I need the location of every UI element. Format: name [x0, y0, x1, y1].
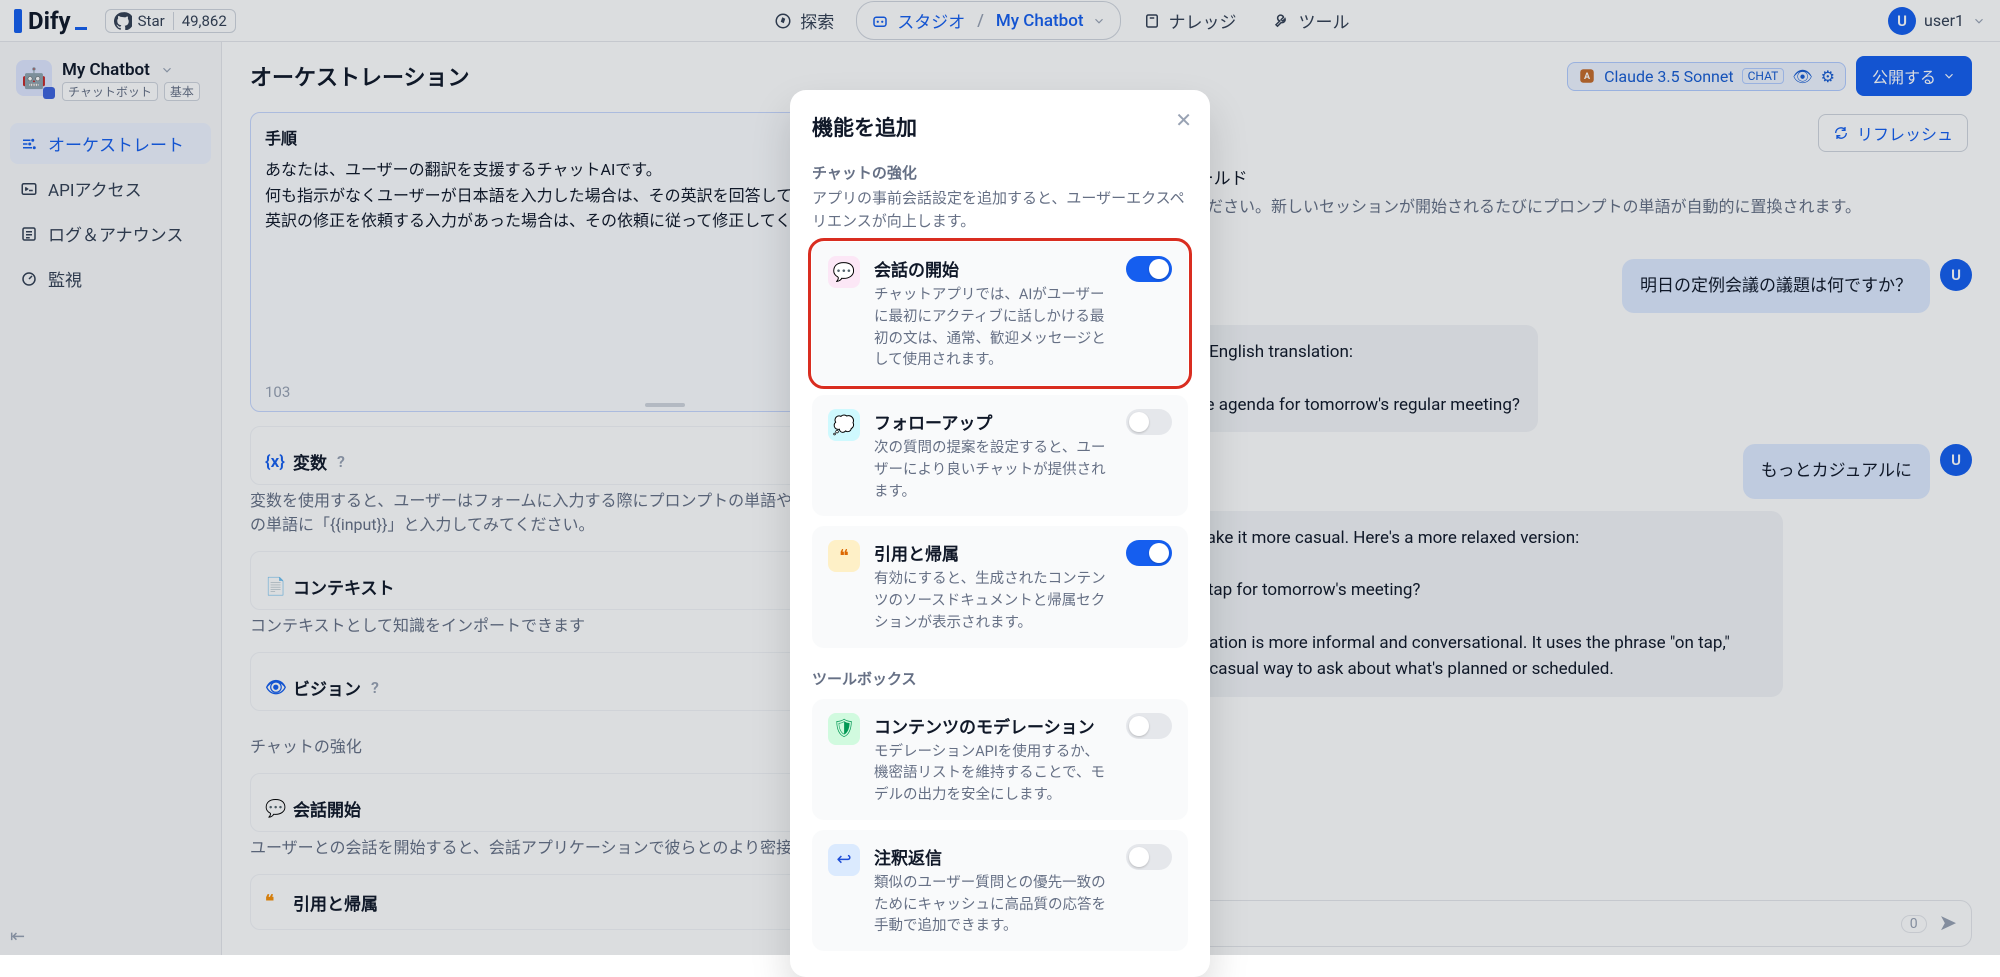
- add-features-modal: 機能を追加 ✕ チャットの強化 アプリの事前会話設定を追加すると、ユーザーエクス…: [790, 90, 1210, 977]
- feature-conversation-opener[interactable]: 💬 会話の開始 チャットアプリでは、AIがユーザーに最初にアクティブに話しかける…: [812, 242, 1188, 385]
- modal-section-toolbox: ツールボックス: [812, 668, 1188, 689]
- toggle-moderation[interactable]: [1126, 713, 1172, 739]
- feature-followup[interactable]: 💭 フォローアップ 次の質問の提案を設定すると、ユーザーにより良いチャットが提供…: [812, 395, 1188, 516]
- shield-icon: 🛡: [828, 713, 860, 745]
- feature-annotation[interactable]: ↩ 注釈返信 類似のユーザー質問との優先一致のためにキャッシュに高品質の応答を手…: [812, 830, 1188, 951]
- quote-icon: ❝: [828, 540, 860, 572]
- modal-section-chat: チャットの強化: [812, 162, 1188, 183]
- toggle-opener[interactable]: [1126, 256, 1172, 282]
- chat-bubble-icon: 💬: [828, 256, 860, 288]
- feature-citation[interactable]: ❝ 引用と帰属 有効にすると、生成されたコンテンツのソースドキュメントと帰属セク…: [812, 526, 1188, 647]
- annotation-icon: ↩: [828, 844, 860, 876]
- close-icon[interactable]: ✕: [1175, 108, 1192, 132]
- modal-title: 機能を追加: [812, 112, 1188, 142]
- toggle-annotation[interactable]: [1126, 844, 1172, 870]
- toggle-followup[interactable]: [1126, 409, 1172, 435]
- followup-icon: 💭: [828, 409, 860, 441]
- toggle-citation[interactable]: [1126, 540, 1172, 566]
- modal-section-chat-desc: アプリの事前会話設定を追加すると、ユーザーエクスペリエンスが向上します。: [812, 187, 1188, 232]
- feature-moderation[interactable]: 🛡 コンテンツのモデレーション モデレーションAPIを使用するか、機密語リストを…: [812, 699, 1188, 820]
